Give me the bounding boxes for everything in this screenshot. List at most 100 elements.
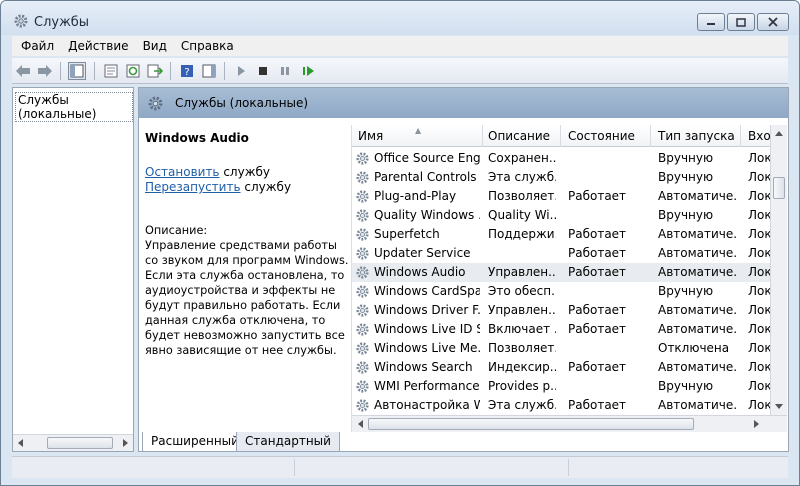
service-name: Updater Service — [374, 246, 471, 260]
service-gear-icon — [356, 171, 369, 184]
close-button[interactable] — [757, 13, 789, 31]
service-name: Superfetch — [374, 227, 440, 241]
pane-title: Службы (локальные) — [175, 96, 309, 110]
service-gear-icon — [356, 228, 369, 241]
table-row[interactable]: Windows Driver F... Управлен... Работает Ав… — [352, 301, 772, 320]
column-status[interactable]: Состояние — [568, 129, 635, 143]
table-row[interactable]: Office Source Engi...Сохранен...ВручнуюЛ… — [352, 149, 772, 168]
status-segment — [294, 459, 295, 476]
service-startup-type: Вручную — [658, 170, 714, 184]
minimize-button[interactable] — [697, 13, 725, 31]
service-startup-type: Автоматиче... — [658, 398, 738, 412]
refresh-button[interactable] — [124, 62, 142, 80]
restart-service-button[interactable] — [300, 62, 318, 80]
table-row[interactable]: Quality Windows ... Quality Wi... Вручную Л… — [352, 206, 772, 225]
restart-service-link[interactable]: Перезапустить — [145, 180, 241, 194]
pause-service-button[interactable] — [276, 62, 294, 80]
show-hide-tree-button[interactable] — [68, 62, 86, 80]
maximize-button[interactable] — [727, 13, 755, 31]
service-startup-type: Автоматиче... — [658, 322, 738, 336]
service-description: Управление средствами работы со звуком д… — [145, 239, 349, 357]
tree-item-local-services[interactable]: Службы (локальные) — [15, 92, 133, 122]
stop-link-suffix: службу — [219, 165, 271, 179]
svg-text:?: ? — [184, 67, 189, 78]
maximize-icon — [736, 17, 746, 27]
list-horizontal-scrollbar[interactable] — [352, 415, 787, 432]
table-row[interactable]: Windows Search Индексир... Работает Автомат… — [352, 358, 772, 377]
scroll-right-icon — [754, 420, 759, 428]
service-startup-type: Вручную — [658, 379, 714, 393]
help-icon: ? — [181, 65, 193, 78]
menu-action[interactable]: Действие — [63, 39, 133, 53]
restart-link-suffix: службу — [240, 180, 292, 194]
toolbar: ? — [12, 58, 788, 84]
service-name: Parental Controls — [374, 170, 477, 184]
service-startup-type: Вручную — [658, 151, 714, 165]
service-description-cell: Эта служб... — [488, 170, 556, 184]
table-row[interactable]: Updater Service Работает Автоматиче... Лок — [352, 244, 772, 263]
list-hscroll-thumb[interactable] — [368, 418, 694, 430]
service-startup-type: Отключена — [658, 341, 730, 355]
service-status: Работает — [568, 398, 627, 412]
scroll-left-icon — [18, 439, 23, 447]
stop-service-button[interactable] — [254, 62, 272, 80]
service-name: WMI Performance... — [374, 379, 480, 393]
service-status: Работает — [568, 189, 627, 203]
service-name: Автонастройка W... — [374, 398, 480, 412]
table-row[interactable]: Windows CardSpa...Это обесп...ВручнуюЛок — [352, 282, 772, 301]
tab-standard[interactable]: Стандартный — [236, 432, 340, 452]
tree-scroll-thumb[interactable] — [47, 437, 113, 449]
table-row[interactable]: Windows Audio Управлен... Работает Автомати… — [352, 263, 772, 282]
service-startup-type: Автоматиче... — [658, 265, 738, 279]
service-status: Работает — [568, 303, 627, 317]
service-description-cell: Позволяет... — [488, 189, 556, 203]
service-description-cell: Quality Wi... — [488, 208, 556, 222]
table-row[interactable]: WMI Performance... Provides p... Вручную Ло… — [352, 377, 772, 396]
refresh-icon — [126, 64, 140, 78]
forward-button[interactable] — [36, 62, 54, 80]
column-description[interactable]: Описание — [488, 129, 550, 143]
tree-horizontal-scrollbar[interactable] — [13, 434, 133, 451]
service-gear-icon — [356, 323, 369, 336]
properties-button[interactable] — [102, 62, 120, 80]
list-vscroll-thumb[interactable] — [773, 177, 785, 199]
minimize-icon — [707, 23, 715, 25]
menu-file[interactable]: Файл — [16, 39, 59, 53]
service-status: Работает — [568, 265, 627, 279]
service-status: Работает — [568, 360, 627, 374]
back-button[interactable] — [14, 62, 32, 80]
action-pane-button[interactable] — [200, 62, 218, 80]
table-row[interactable]: Parental ControlsЭта служб...ВручнуюЛок — [352, 168, 772, 187]
start-service-button[interactable] — [232, 62, 250, 80]
service-description-cell: Управлен... — [488, 303, 556, 317]
services-list: ▲ Имя Описание Состояние Тип запуска Вхо… — [351, 125, 787, 432]
service-description-cell: Управлен... — [488, 265, 556, 279]
table-row[interactable]: Plug-and-Play Позволяет... Работает Автомат… — [352, 187, 772, 206]
table-row[interactable]: Windows Live Me...Позволяет...ОтключенаЛ… — [352, 339, 772, 358]
service-gear-icon — [356, 209, 369, 222]
title-bar[interactable]: Службы — [1, 1, 799, 35]
service-details: Windows Audio Остановить службу Перезапу… — [139, 125, 351, 431]
stop-icon — [259, 67, 267, 75]
menu-help[interactable]: Справка — [176, 39, 239, 53]
tab-extended[interactable]: Расширенный — [142, 432, 248, 452]
column-startup-type[interactable]: Тип запуска — [658, 129, 735, 143]
back-icon — [16, 65, 30, 77]
service-name: Windows Search — [374, 360, 473, 374]
scroll-up-icon — [775, 131, 783, 136]
table-row[interactable]: Windows Live ID S... Включает ... Работает… — [352, 320, 772, 339]
service-name: Windows Live Me... — [374, 341, 480, 355]
table-row[interactable]: Superfetch Поддержи... Работает Автоматиче.… — [352, 225, 772, 244]
sort-ascending-icon: ▲ — [415, 126, 422, 135]
stop-service-link[interactable]: Остановить — [145, 165, 220, 179]
column-name[interactable]: Имя — [358, 129, 383, 143]
service-description-cell: Это обесп... — [488, 284, 556, 298]
service-startup-type: Автоматиче... — [658, 303, 738, 317]
service-gear-icon — [356, 342, 369, 355]
table-row[interactable]: Автонастройка W... Эта служб... Работает Ав… — [352, 396, 772, 415]
help-button[interactable]: ? — [178, 62, 196, 80]
menu-view[interactable]: Вид — [138, 39, 172, 53]
export-button[interactable] — [146, 62, 164, 80]
properties-icon — [104, 64, 118, 78]
list-vertical-scrollbar[interactable] — [770, 125, 787, 415]
